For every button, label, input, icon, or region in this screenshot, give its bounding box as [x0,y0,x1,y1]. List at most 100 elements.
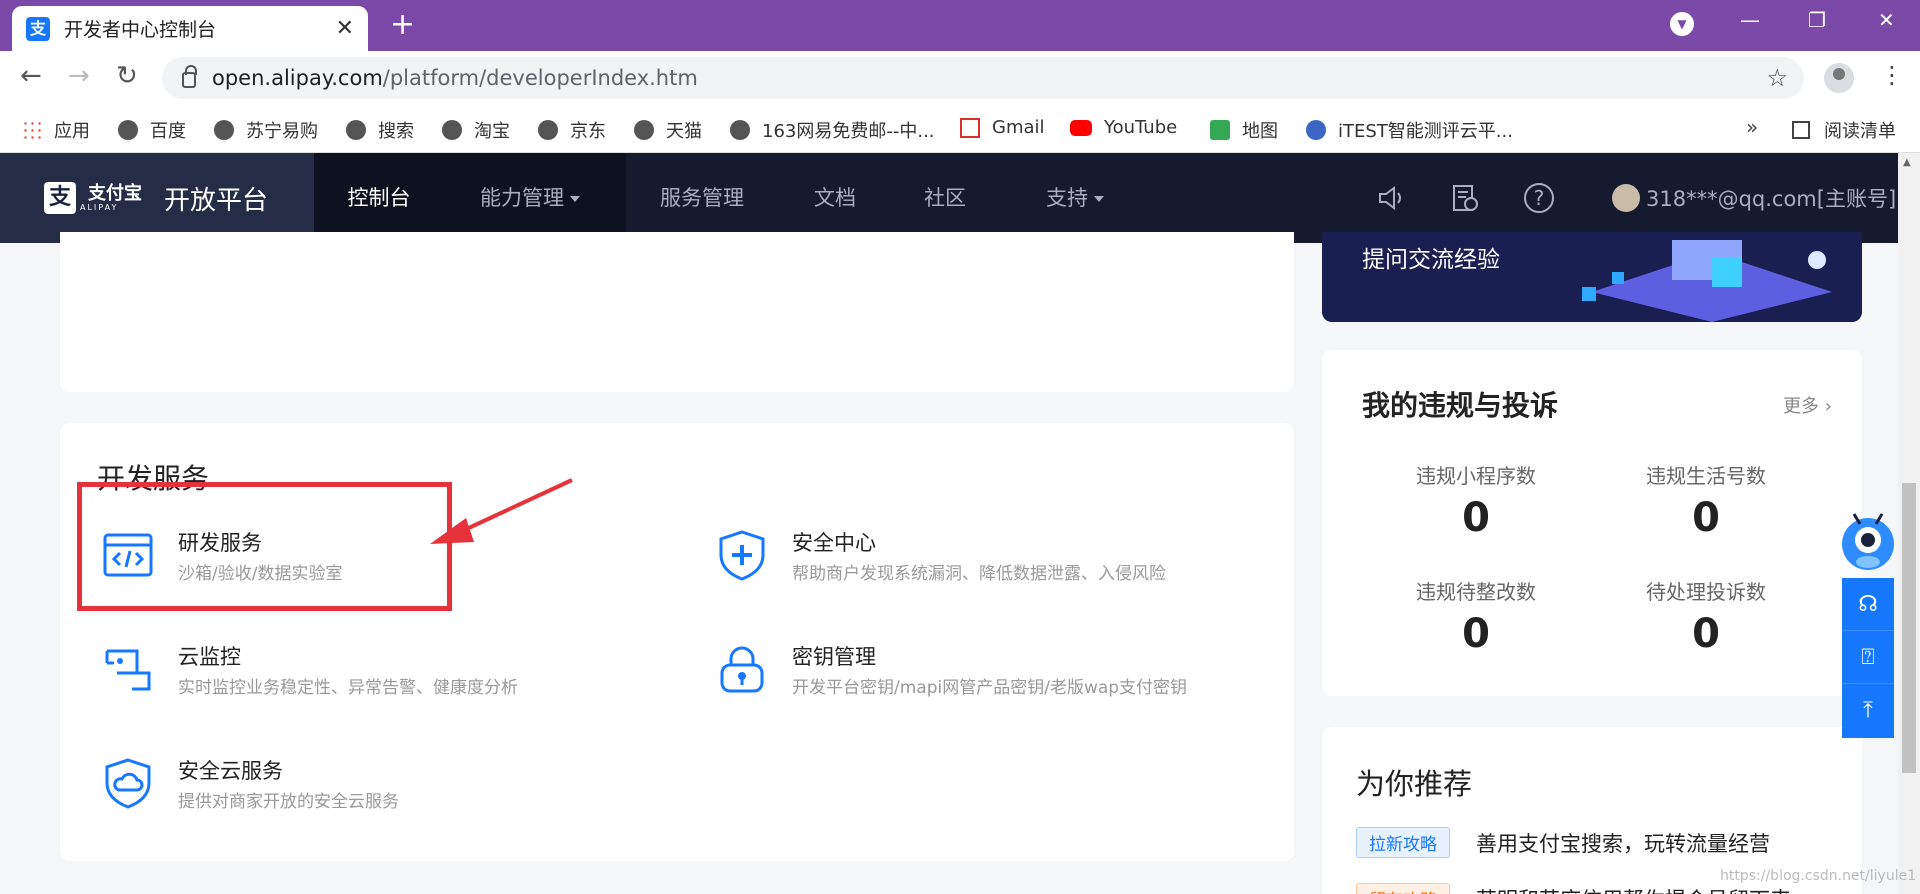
service-desc: 提供对商家开放的安全云服务 [178,792,399,812]
bookmark-label: 天猫 [666,121,702,142]
bookmark-star-icon[interactable]: ☆ [1766,64,1788,92]
nav-docs[interactable]: 文档 [790,153,880,243]
nav-community[interactable]: 社区 [900,153,990,243]
new-tab-plus-icon[interactable]: + [390,10,415,40]
stat-value: 0 [1462,495,1490,541]
service-security-cloud[interactable]: 安全云服务提供对商家开放的安全云服务 [102,757,399,817]
service-desc: 开发平台密钥/mapi网管产品密钥/老版wap支付密钥 [792,678,1188,698]
recommend-item[interactable]: 拉新攻略 善用支付宝搜索，玩转流量经营 [1356,827,1770,858]
browser-menu-icon[interactable]: ⋮ [1880,61,1904,89]
minimize-icon[interactable]: — [1740,8,1760,32]
nav-service-manage[interactable]: 服务管理 [640,153,764,243]
service-security-center[interactable]: 安全中心 帮助商户发现系统漏洞、降低数据泄露、入侵风险 [716,529,1166,589]
reload-icon[interactable]: ↻ [116,61,138,91]
nav-label: 能力管理 [480,186,564,210]
bookmark-itest[interactable]: iTEST智能测评云平... [1306,117,1513,143]
bookmark-163[interactable]: 163网易免费邮--中... [730,117,935,143]
bookmark-jd[interactable]: 京东 [538,117,606,143]
stat-label: 违规生活号数 [1646,464,1766,488]
service-key-manage[interactable]: 密钥管理 开发平台密钥/mapi网管产品密钥/老版wap支付密钥 [716,643,1187,703]
globe-icon [634,120,654,140]
stat-label: 违规待整改数 [1416,580,1536,604]
bookmark-label: YouTube [1104,117,1178,138]
tab-close-icon[interactable]: ✕ [336,16,354,41]
more-link[interactable]: 更多 › [1783,392,1832,418]
profile-avatar-icon[interactable] [1824,63,1854,93]
help-icon[interactable]: ? [1524,183,1554,213]
speaker-icon[interactable] [1376,183,1406,213]
recommend-tag: 拉新攻略 [1356,827,1450,858]
bookmark-tmall[interactable]: 天猫 [634,117,702,143]
bookmark-suning[interactable]: 苏宁易购 [214,117,318,143]
bookmark-maps[interactable]: 地图 [1210,117,1278,143]
document-clock-icon[interactable] [1450,183,1480,213]
bookmark-label: 京东 [570,121,606,142]
tab-search-icon[interactable]: ▼ [1670,12,1694,36]
recommend-item[interactable]: 留存攻略 芝明和芝麻信用帮你提会员留下来 [1356,883,1791,894]
bookmarks-bar: 应用 百度 苏宁易购 搜索 淘宝 京东 天猫 163网易免费邮--中... Gm… [0,105,1920,153]
service-cloud-monitor[interactable]: 云监控 实时监控业务稳定性、异常告警、健康度分析 [102,643,518,703]
restore-icon[interactable]: ❐ [1808,8,1826,32]
bookmark-label: 地图 [1242,121,1278,142]
bookmark-baidu[interactable]: 百度 [118,117,186,143]
lock-icon[interactable] [182,65,197,88]
bookmark-label: 苏宁易购 [246,121,318,142]
brand-title: 开放平台 [164,185,269,216]
scrollbar-thumb[interactable] [1902,483,1916,773]
stat-complaints[interactable]: 待处理投诉数 0 [1606,576,1806,657]
brand[interactable]: 支 支付宝 ALIPAY 开放平台 [0,153,314,243]
nav-label: 支持 [1046,186,1088,210]
browser-tab-bar: 支 开发者中心控制台 ✕ + ▼ — ❐ ✕ [0,0,1920,51]
assistant-mascot-icon[interactable] [1834,500,1900,578]
address-bar[interactable]: open.alipay.com/platform/developerIndex.… [162,57,1804,99]
service-name: 安全云服务 [178,759,283,783]
feedback-question-icon[interactable]: ⍰ [1842,631,1894,684]
globe-icon [730,120,750,140]
back-to-top-icon[interactable]: ⤒ [1842,684,1894,737]
bookmark-youtube[interactable]: YouTube [1070,117,1177,138]
service-name: 安全中心 [792,531,876,555]
back-arrow-icon[interactable]: ← [20,61,42,91]
forward-arrow-icon[interactable]: → [68,61,90,91]
stat-value: 0 [1692,495,1720,541]
recommend-text: 善用支付宝搜索，玩转流量经营 [1476,831,1770,856]
nav-capability[interactable]: 能力管理 [460,153,600,243]
page-scrollbar[interactable]: ▲ [1898,153,1920,894]
nav-label: 控制台 [347,186,411,210]
stat-lifeaccount[interactable]: 违规生活号数 0 [1606,460,1806,541]
nav-support[interactable]: 支持 [1020,153,1130,243]
watermark: https://blog.csdn.net/liyule1 [1720,868,1917,884]
bookmark-taobao[interactable]: 淘宝 [442,117,510,143]
window-close-icon[interactable]: ✕ [1878,8,1895,32]
stat-label: 违规小程序数 [1416,464,1536,488]
alipay-logo-icon: 支 [44,182,76,214]
customer-service-icon[interactable]: ☊ [1842,578,1894,631]
overview-card [60,232,1294,392]
bookmark-search[interactable]: 搜索 [346,117,414,143]
browser-tab[interactable]: 支 开发者中心控制台 ✕ [12,6,368,51]
chevron-right-icon: › [1824,396,1832,417]
community-banner[interactable]: 提问交流经验 [1322,232,1862,322]
annotation-highlight-box [77,482,452,611]
avatar [1612,184,1640,212]
bookmark-apps[interactable]: 应用 [22,117,90,143]
stat-rectify[interactable]: 违规待整改数 0 [1376,576,1576,657]
brand-cn: 支付宝 [88,182,142,204]
brand-en: ALIPAY [80,202,119,212]
floating-toolbar: ☊ ⍰ ⤒ [1842,578,1894,738]
stat-miniprogram[interactable]: 违规小程序数 0 [1376,460,1576,541]
bookmarks-overflow-icon[interactable]: » [1746,115,1758,139]
bookmark-label: Gmail [992,117,1045,138]
user-account[interactable]: 318***@qq.com[主账号] [1612,183,1896,213]
recommend-tag: 留存攻略 [1356,883,1450,894]
reading-list-button[interactable]: 阅读清单 [1792,117,1896,143]
annotation-arrow-icon [430,478,573,544]
apps-icon [22,120,42,140]
scroll-up-arrow-icon[interactable]: ▲ [1903,157,1911,168]
youtube-icon [1070,119,1092,136]
nav-console[interactable]: 控制台 [314,153,444,243]
bookmark-gmail[interactable]: Gmail [960,117,1045,138]
section-title: 为你推荐 [1356,767,1473,801]
more-label: 更多 [1783,396,1820,417]
recommend-text: 芝明和芝麻信用帮你提会员留下来 [1476,884,1791,894]
